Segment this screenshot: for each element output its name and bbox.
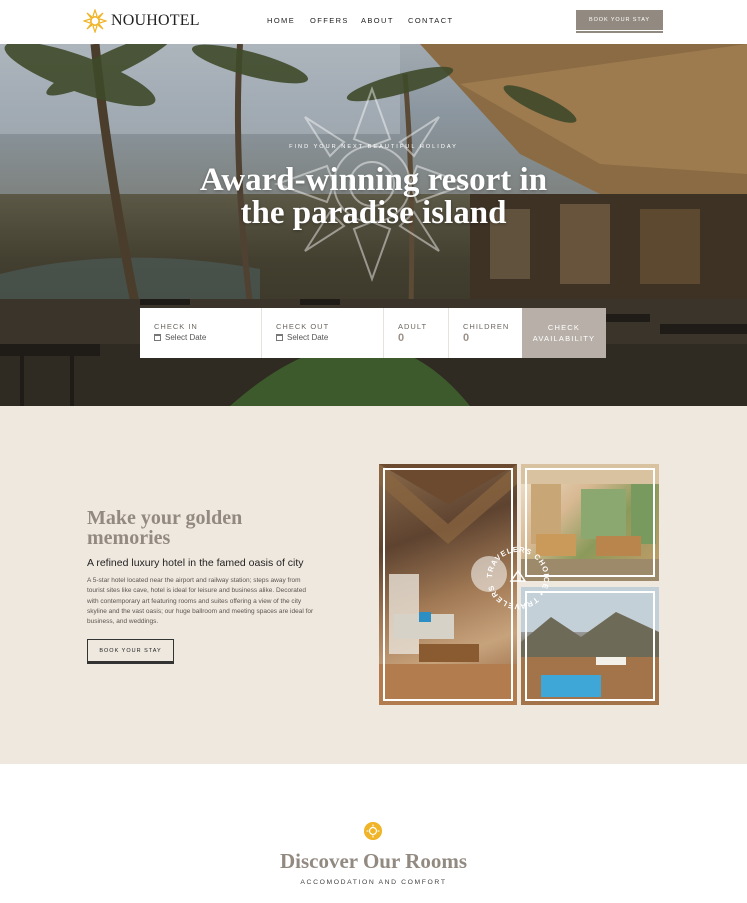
badge-text: TRAVELERS CHOICE • TRAVELERS CHOICE •	[481, 541, 550, 611]
hero-eyebrow: FIND YOUR NEXT BEAUTIFUL HOLIDAY	[289, 144, 458, 150]
hero-title-line-1: Award-winning resort in	[199, 162, 548, 198]
check-availability-button[interactable]: CHECK AVAILABILITY	[522, 308, 606, 358]
check-out-label: CHECK OUT	[276, 322, 330, 331]
check-in-field[interactable]: CHECK IN Select Date	[140, 308, 262, 358]
check-out-date: Select Date	[287, 333, 329, 342]
about-title: Make your golden memories	[87, 507, 243, 549]
airplane-icon	[509, 569, 527, 582]
calendar-icon	[276, 334, 283, 341]
nav-about[interactable]: ABOUT	[361, 16, 394, 25]
hero-title: Award-winning resort in the paradise isl…	[0, 164, 747, 230]
sun-flower-logo-icon	[83, 9, 107, 33]
rooms-section: Discover Our Rooms ACCOMODATION AND COMF…	[0, 764, 747, 903]
check-in-date: Select Date	[165, 333, 207, 342]
booking-bar: CHECK IN Select Date CHECK OUT Select Da…	[140, 308, 606, 358]
rooms-subtitle: ACCOMODATION AND COMFORT	[300, 879, 447, 886]
children-count[interactable]: 0	[463, 332, 469, 344]
about-book-button[interactable]: BOOK YOUR STAY	[87, 639, 174, 662]
nav-home[interactable]: HOME	[267, 16, 295, 25]
check-out-field[interactable]: CHECK OUT Select Date	[262, 308, 384, 358]
nav-contact[interactable]: CONTACT	[408, 16, 454, 25]
about-body: A 5-star hotel located near the airport …	[87, 577, 314, 626]
nav-offers[interactable]: OFFERS	[310, 16, 349, 25]
adult-field[interactable]: ADULT 0	[384, 308, 449, 358]
svg-text:TRAVELERS CHOICE • TRAVELERS C: TRAVELERS CHOICE • TRAVELERS CHOICE •	[481, 541, 551, 611]
check-in-label: CHECK IN	[154, 322, 198, 331]
header-book-button[interactable]: BOOK YOUR STAY	[576, 10, 663, 31]
hero-title-line-2: the paradise island	[240, 195, 507, 231]
about-subtitle: A refined luxury hotel in the famed oasi…	[87, 557, 304, 569]
site-header: NOUHOTEL HOME OFFERS ABOUT CONTACT BOOK …	[0, 0, 747, 44]
adult-label: ADULT	[398, 322, 428, 331]
brand-logo[interactable]: NOUHOTEL	[83, 9, 200, 33]
children-field[interactable]: CHILDREN 0	[449, 308, 522, 358]
brand-name: NOUHOTEL	[111, 12, 200, 29]
about-section: Make your golden memories A refined luxu…	[0, 406, 747, 764]
travelers-choice-badge: TRAVELERS CHOICE • TRAVELERS CHOICE •	[481, 541, 551, 611]
sun-ornament-icon	[364, 822, 382, 840]
check-in-value[interactable]: Select Date	[154, 333, 206, 342]
adult-count[interactable]: 0	[398, 332, 404, 344]
check-out-value[interactable]: Select Date	[276, 333, 328, 342]
calendar-icon	[154, 334, 161, 341]
rooms-title: Discover Our Rooms	[279, 849, 468, 873]
children-label: CHILDREN	[463, 322, 510, 331]
